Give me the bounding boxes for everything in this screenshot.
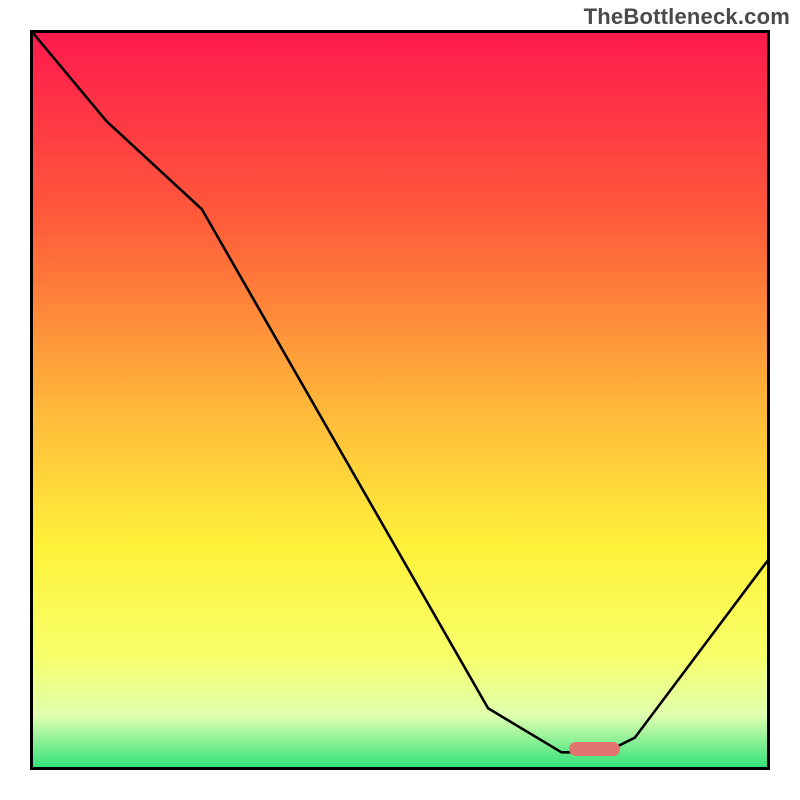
bottleneck-curve (33, 33, 767, 767)
plot-area (30, 30, 770, 770)
watermark-text: TheBottleneck.com (584, 4, 790, 30)
optimal-range-marker (569, 742, 620, 756)
chart-container: TheBottleneck.com (0, 0, 800, 800)
